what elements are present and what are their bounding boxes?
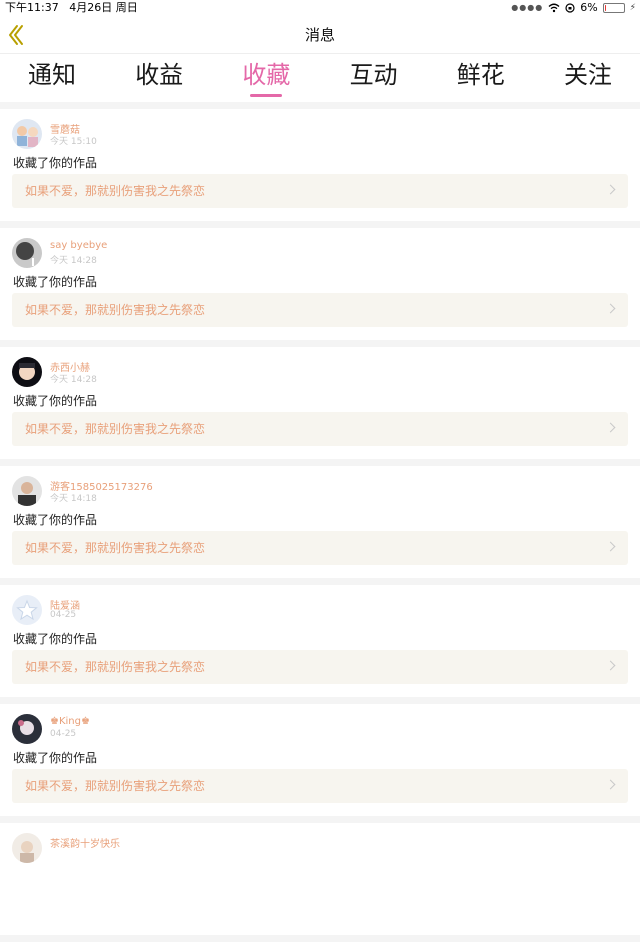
- status-bar: 下午11:37 4月26日 周日 ●●●● 6% ⚡: [0, 0, 640, 16]
- signal-icon: ●●●●: [511, 3, 544, 12]
- action-text: 收藏了你的作品: [13, 156, 98, 170]
- avatar-image: [12, 119, 42, 149]
- work-link[interactable]: 如果不爱，那就别伤害我之先祭恋: [12, 769, 628, 803]
- message-list: 雪蘑菇 今天 15:10 收藏了你的作品 如果不爱，那就别伤害我之先祭恋 say bye…: [0, 102, 640, 942]
- avatar-image: [12, 238, 42, 268]
- message-card: say byebye 今天 14:28 收藏了你的作品如果不爱，那就别伤害我之先祭恋: [0, 228, 640, 340]
- tab-following[interactable]: 关注: [560, 54, 616, 102]
- message-card: 游客1585025173276 今天 14:18 收藏了你的作品 如果不爱，那就别伤害…: [0, 466, 640, 578]
- action-text: 收藏了你的作品: [13, 275, 98, 289]
- action-text: 收藏了你的作品: [13, 513, 98, 527]
- action-text: 收藏了你的作品: [13, 394, 98, 408]
- timestamp: 今天 14:18: [50, 494, 97, 504]
- work-link[interactable]: 如果不爱，那就别伤害我之先祭恋: [12, 174, 628, 208]
- chevron-right-icon: [605, 303, 616, 314]
- username[interactable]: ♚King♚: [50, 716, 90, 727]
- avatar-image: [12, 357, 42, 387]
- status-time: 下午11:37: [5, 1, 59, 14]
- work-title: 如果不爱，那就别伤害我之先祭恋: [25, 303, 206, 317]
- avatar[interactable]: [12, 119, 42, 149]
- work-link[interactable]: 如果不爱，那就别伤害我之先祭恋: [12, 531, 628, 565]
- orientation-lock-icon: [565, 3, 575, 13]
- avatar[interactable]: [12, 476, 42, 506]
- timestamp: 04-25: [50, 729, 77, 739]
- tab-label: 互动: [349, 61, 398, 89]
- message-card: ♚King♚ 04-25 收藏了你的作品如果不爱，那就别伤害我之先祭恋: [0, 704, 640, 816]
- message-card: 陆爱涵 04-25 收藏了你的作品 如果不爱，那就别伤害我之先祭恋: [0, 585, 640, 697]
- tab-notifications[interactable]: 通知: [24, 54, 80, 102]
- tab-flowers[interactable]: 鲜花: [453, 54, 509, 102]
- avatar[interactable]: [12, 595, 42, 625]
- work-title: 如果不爱，那就别伤害我之先祭恋: [25, 541, 206, 555]
- tab-label: 关注: [563, 61, 612, 89]
- timestamp: 04-25: [50, 610, 77, 620]
- timestamp: 今天 14:28: [50, 375, 97, 385]
- chevron-right-icon: [605, 779, 616, 790]
- message-card: 赤西小赫 今天 14:28 收藏了你的作品 如果不爱，那就别伤害我之先祭恋: [0, 347, 640, 459]
- chevron-right-icon: [605, 541, 616, 552]
- tab-label: 收藏: [242, 61, 291, 89]
- page-title: 消息: [304, 26, 335, 44]
- chevron-right-icon: [605, 660, 616, 671]
- username[interactable]: say byebye: [50, 240, 107, 251]
- work-link[interactable]: 如果不爱，那就别伤害我之先祭恋: [12, 650, 628, 684]
- avatar-image: [12, 476, 42, 506]
- avatar[interactable]: [12, 357, 42, 387]
- work-title: 如果不爱，那就别伤害我之先祭恋: [25, 779, 206, 793]
- avatar[interactable]: [12, 238, 42, 268]
- battery-icon: [602, 3, 625, 13]
- message-card: 雪蘑菇 今天 15:10 收藏了你的作品 如果不爱，那就别伤害我之先祭恋: [0, 109, 640, 221]
- avatar[interactable]: [12, 833, 42, 863]
- chevron-right-icon: [605, 422, 616, 433]
- avatar-image: [12, 714, 42, 744]
- action-text: 收藏了你的作品: [13, 632, 98, 646]
- battery-percent: 6%: [580, 1, 598, 14]
- avatar-image: [12, 833, 42, 863]
- timestamp: 今天 14:28: [50, 256, 97, 266]
- message-card: 茶溪韵十岁快乐: [0, 823, 640, 935]
- tab-label: 收益: [135, 61, 184, 89]
- tab-interactions[interactable]: 互动: [346, 54, 402, 102]
- work-link[interactable]: 如果不爱，那就别伤害我之先祭恋: [12, 412, 628, 446]
- status-indicators: ●●●● 6% ⚡: [511, 0, 636, 16]
- work-title: 如果不爱，那就别伤害我之先祭恋: [25, 184, 206, 198]
- work-link[interactable]: 如果不爱，那就别伤害我之先祭恋: [12, 293, 628, 327]
- username[interactable]: 茶溪韵十岁快乐: [50, 835, 120, 850]
- status-time-date: 下午11:37 4月26日 周日: [5, 0, 138, 16]
- tab-earnings[interactable]: 收益: [131, 54, 187, 102]
- work-title: 如果不爱，那就别伤害我之先祭恋: [25, 422, 206, 436]
- message-tabs: 通知 收益 收藏 互动 鲜花 关注: [0, 54, 640, 102]
- avatar-image: [12, 595, 42, 625]
- tab-label: 通知: [28, 61, 76, 89]
- avatar[interactable]: [12, 714, 42, 744]
- wifi-icon: [548, 3, 560, 13]
- tab-favorites[interactable]: 收藏: [238, 54, 294, 102]
- nav-bar: 消息: [0, 16, 640, 54]
- active-tab-indicator: [250, 94, 283, 97]
- work-title: 如果不爱，那就别伤害我之先祭恋: [25, 660, 206, 674]
- tab-label: 鲜花: [456, 61, 505, 89]
- chevron-right-icon: [605, 184, 616, 195]
- charging-icon: ⚡: [629, 3, 636, 13]
- timestamp: 今天 15:10: [50, 137, 97, 147]
- action-text: 收藏了你的作品: [13, 751, 98, 765]
- status-date: 4月26日 周日: [69, 1, 138, 14]
